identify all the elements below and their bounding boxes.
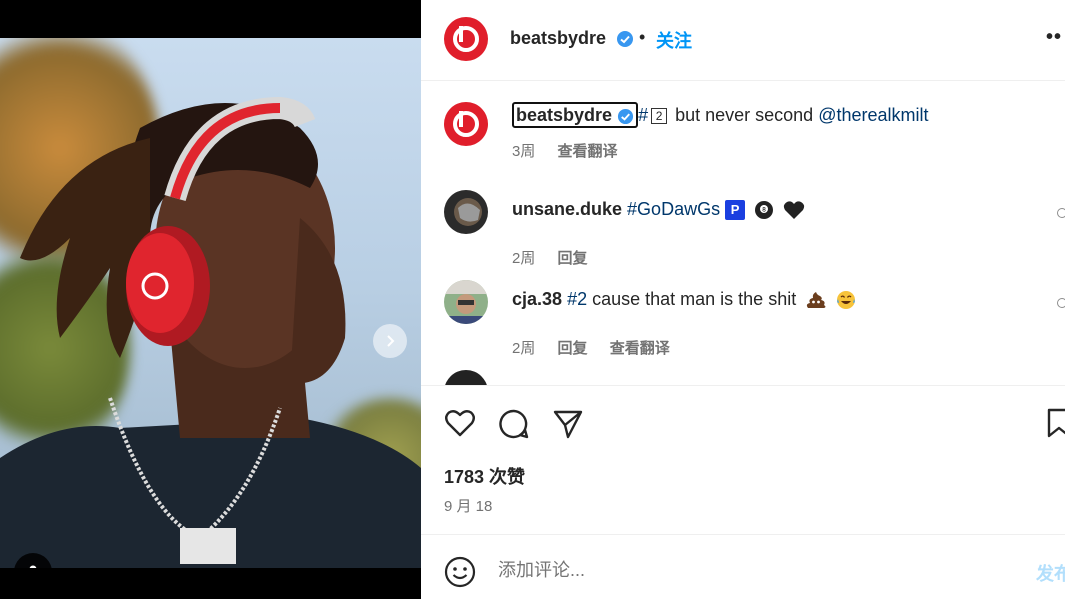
avatar-image	[444, 370, 488, 385]
black-heart-emoji-icon	[784, 201, 805, 220]
svg-text:8: 8	[762, 207, 766, 214]
p-button-emoji: P	[725, 200, 746, 221]
share-paper-plane-icon[interactable]	[552, 408, 584, 440]
verified-badge-icon	[617, 31, 633, 47]
keycap-2-emoji: 2	[651, 108, 668, 125]
comment-text: cause that man is the shit	[587, 289, 797, 309]
verified-badge-icon	[618, 108, 634, 124]
translate-button[interactable]: 查看翻译	[610, 340, 670, 357]
comment-time[interactable]: 2周	[512, 340, 535, 357]
caption-username-link[interactable]: beatsbydre	[512, 102, 639, 128]
reply-button[interactable]: 回复	[558, 340, 588, 357]
like-heart-icon[interactable]	[444, 408, 476, 438]
comments-list: beatsbydre #2 but never second @therealk…	[421, 82, 1065, 385]
caption-time[interactable]: 3周	[512, 143, 535, 160]
comment-line: cja.38 #2 cause that man is the shit	[512, 289, 856, 310]
commenter-username[interactable]: cja.38	[512, 289, 562, 309]
tears-of-joy-emoji-icon	[837, 291, 856, 310]
post-photo[interactable]	[0, 38, 421, 568]
follow-button[interactable]: 关注	[656, 27, 692, 53]
comment-meta: 2周 回复	[512, 247, 606, 268]
person-with-headphones-illustration	[0, 96, 421, 568]
save-bookmark-icon[interactable]	[1047, 408, 1065, 438]
post-detail-panel: beatsbydre • 关注 •• beatsbydre # 2 but ne…	[421, 0, 1065, 599]
separator-dot: •	[639, 27, 646, 47]
caption-text: but never second	[670, 105, 819, 125]
post-date: 9 月 18	[444, 498, 493, 515]
comment-bubble-icon[interactable]	[498, 408, 530, 440]
emoji-picker-icon[interactable]	[444, 556, 476, 588]
post-comment-button[interactable]: 发布	[1036, 560, 1065, 586]
comment-time[interactable]: 2周	[512, 250, 535, 267]
caption-hashtag-symbol[interactable]: #	[638, 105, 648, 125]
reply-button[interactable]: 回复	[558, 250, 588, 267]
caption-avatar[interactable]	[444, 102, 488, 146]
commenter-avatar[interactable]	[444, 190, 488, 234]
more-options-button[interactable]: ••	[1046, 26, 1062, 49]
translate-button[interactable]: 查看翻译	[558, 143, 618, 160]
user-icon	[29, 565, 37, 568]
comment-hashtag[interactable]: #2	[567, 289, 587, 309]
comment-like-icon[interactable]	[1057, 298, 1065, 308]
likes-count[interactable]: 1783 次赞	[444, 463, 525, 489]
comment-meta: 2周 回复 查看翻译	[512, 337, 688, 358]
next-image-button[interactable]	[373, 324, 407, 358]
eight-ball-emoji-icon: 8	[755, 201, 774, 220]
commenter-avatar[interactable]	[444, 280, 488, 324]
comment-line: unsane.duke #GoDawGs P 8	[512, 199, 805, 221]
caption-line: beatsbydre #2 but never second @therealk…	[512, 102, 929, 128]
avatar[interactable]	[444, 17, 488, 61]
post-media-panel	[0, 0, 421, 599]
post-header: beatsbydre • 关注 ••	[421, 0, 1065, 81]
commenter-username[interactable]: unsane.duke	[512, 199, 622, 219]
avatar-image	[444, 190, 488, 234]
comment-like-icon[interactable]	[1057, 208, 1065, 218]
caption-mention-link[interactable]: @therealkmilt	[818, 105, 928, 125]
beats-logo-icon	[453, 111, 479, 137]
add-comment-bar: 发布	[421, 536, 1065, 599]
commenter-avatar[interactable]	[444, 370, 488, 385]
pile-of-poo-emoji-icon	[807, 292, 826, 309]
post-author-username[interactable]: beatsbydre	[510, 28, 606, 49]
add-comment-input[interactable]	[498, 560, 948, 581]
caption-meta: 3周 查看翻译	[512, 140, 636, 161]
chevron-right-icon	[387, 335, 395, 347]
avatar-image	[444, 280, 488, 324]
beats-logo-icon	[453, 26, 479, 52]
post-actions: 1783 次赞 9 月 18	[421, 385, 1065, 535]
comment-hashtag[interactable]: #GoDawGs	[627, 199, 720, 219]
